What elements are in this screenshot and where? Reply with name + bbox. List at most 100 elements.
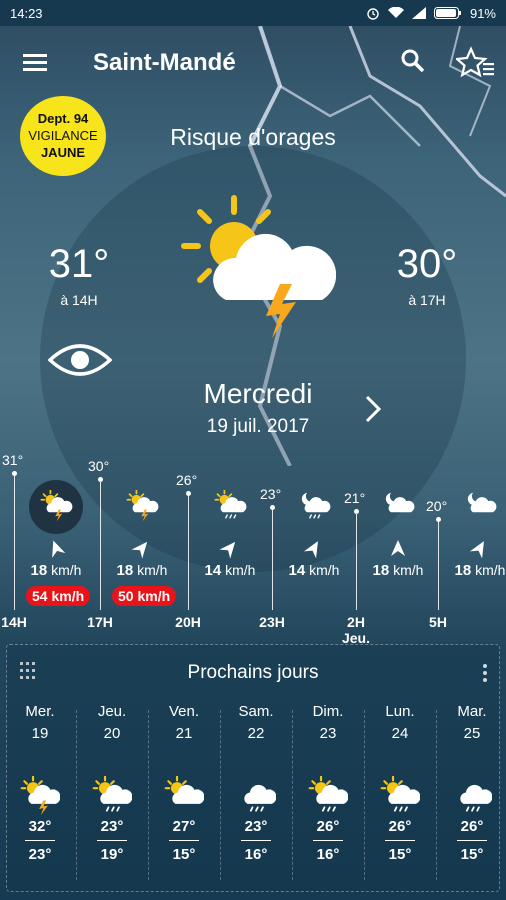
moon-cloud-icon [461,490,499,520]
daily-separator [148,710,149,880]
city-title[interactable]: Saint-Mandé [93,49,236,77]
hourly-time-label: 23H [259,614,285,630]
daily-temp-min: 23° [28,846,52,863]
daily-day-number: 23 [319,725,337,742]
daily-day-name: Mar. [457,703,487,720]
hourly-wind: 14 km/h [288,562,340,579]
forecast-date: 19 juil. 2017 [206,416,310,437]
alarm-icon [367,8,379,20]
status-time: 14:23 [10,5,43,21]
wind-gust-badge: 54 km/h [26,586,91,606]
daily-temp-divider [385,840,415,841]
hourly-line [100,482,101,610]
daily-temp-max: 26° [316,818,340,835]
hourly-wind: 18 km/h [454,562,506,579]
daily-day-name: Dim. [312,703,344,720]
daily-day-number: 22 [247,725,265,742]
wind-gust-badge: 50 km/h [112,586,177,606]
battery-icon [433,7,461,19]
hourly-wind: 14 km/h [204,562,256,579]
hourly-temp: 26° [176,472,198,488]
daily-day-name: Lun. [385,703,415,720]
daily-temp-max: 32° [28,818,52,835]
hourly-time-label: 2H Jeu. [341,614,370,646]
daily-column[interactable]: Lun. 24 26° 15° [364,700,436,890]
sun-cloud-lightning-icon [181,195,336,338]
daily-temp-min: 16° [244,846,268,863]
next-days-title: Prochains jours [187,662,319,683]
temp-right-time: à 17H [408,292,446,308]
sun-cloud-lightning-icon [37,489,75,522]
daily-day-number: 25 [463,725,481,742]
moon-cloud-rain-icon [295,490,333,520]
wind-direction-icon [219,538,240,559]
chevron-right-icon[interactable] [358,392,388,426]
daily-temp-min: 15° [460,846,484,863]
wifi-icon [387,7,404,18]
hourly-temp: 20° [426,498,448,514]
hourly-line [14,476,15,610]
wind-direction-icon [131,538,152,559]
wind-direction-icon [303,538,324,559]
sun-cloud-rain-icon [92,775,133,812]
hourly-temp: 23° [260,486,282,502]
daily-separator [292,710,293,880]
daily-temp-divider [241,840,271,841]
daily-separator [76,710,77,880]
daily-column[interactable]: Jeu. 20 23° 19° [76,700,148,890]
daily-temp-max: 26° [388,818,412,835]
hourly-wind: 18 km/h [30,562,82,579]
daily-column[interactable]: Sam. 22 23° 16° [220,700,292,890]
status-bar: 14:23 91% [0,0,506,26]
daily-day-name: Jeu. [97,703,127,720]
daily-day-number: 19 [31,725,49,742]
daily-day-number: 21 [175,725,193,742]
daily-temp-max: 26° [460,818,484,835]
menu-icon[interactable] [20,48,50,78]
temp-left: 31° [48,242,110,286]
daily-temp-divider [169,840,199,841]
daily-temp-max: 23° [244,818,268,835]
daily-temp-divider [457,840,487,841]
daily-column[interactable]: Mar. 25 26° 15° [436,700,506,890]
daily-temp-divider [97,840,127,841]
daily-day-name: Sam. [238,703,274,720]
daily-column[interactable]: Ven. 21 27° 15° [148,700,220,890]
moon-cloud-icon [379,490,417,520]
sun-cloud-lightning-icon [20,775,61,816]
sun-cloud-rain-icon [211,489,249,520]
hourly-wind: 18 km/h [116,562,168,579]
temp-left-time: à 14H [60,292,98,308]
daily-column[interactable]: Mer. 19 32° 23° [4,700,76,890]
daily-separator [436,710,437,880]
daily-temp-min: 15° [388,846,412,863]
hourly-line [438,522,439,610]
daily-temp-max: 23° [100,818,124,835]
more-options-icon[interactable] [480,662,490,684]
battery-level: 91% [469,5,496,21]
sun-cloud-rain-icon [380,775,421,812]
eye-icon[interactable] [48,340,112,380]
daily-temp-min: 16° [316,846,340,863]
forecast-day: Mercredi [203,378,313,409]
daily-day-number: 24 [391,725,409,742]
hourly-temp: 31° [2,452,24,468]
hourly-time-label: 20H [175,614,201,630]
wind-direction-icon [46,538,66,558]
hourly-wind: 18 km/h [372,562,424,579]
daily-day-name: Mer. [25,703,55,720]
weather-condition: Risque d'orages [170,124,336,150]
temp-right: 30° [396,242,458,286]
hourly-forecast[interactable]: 31° 18 km/h 54 km/h 14H 30° 18 km/h 50 km/h 17H… [0,440,506,646]
wind-direction-icon [469,538,490,559]
daily-temp-min: 19° [100,846,124,863]
cloud-rain-icon [452,776,493,812]
daily-day-number: 20 [103,725,121,742]
sun-cloud-rain-icon [308,775,349,812]
signal-icon [411,7,426,19]
daily-temp-divider [25,840,55,841]
sun-cloud-lightning-icon [123,489,161,522]
daily-day-name: Ven. [168,703,200,720]
daily-column[interactable]: Dim. 23 26° 16° [292,700,364,890]
hourly-line [272,510,273,610]
